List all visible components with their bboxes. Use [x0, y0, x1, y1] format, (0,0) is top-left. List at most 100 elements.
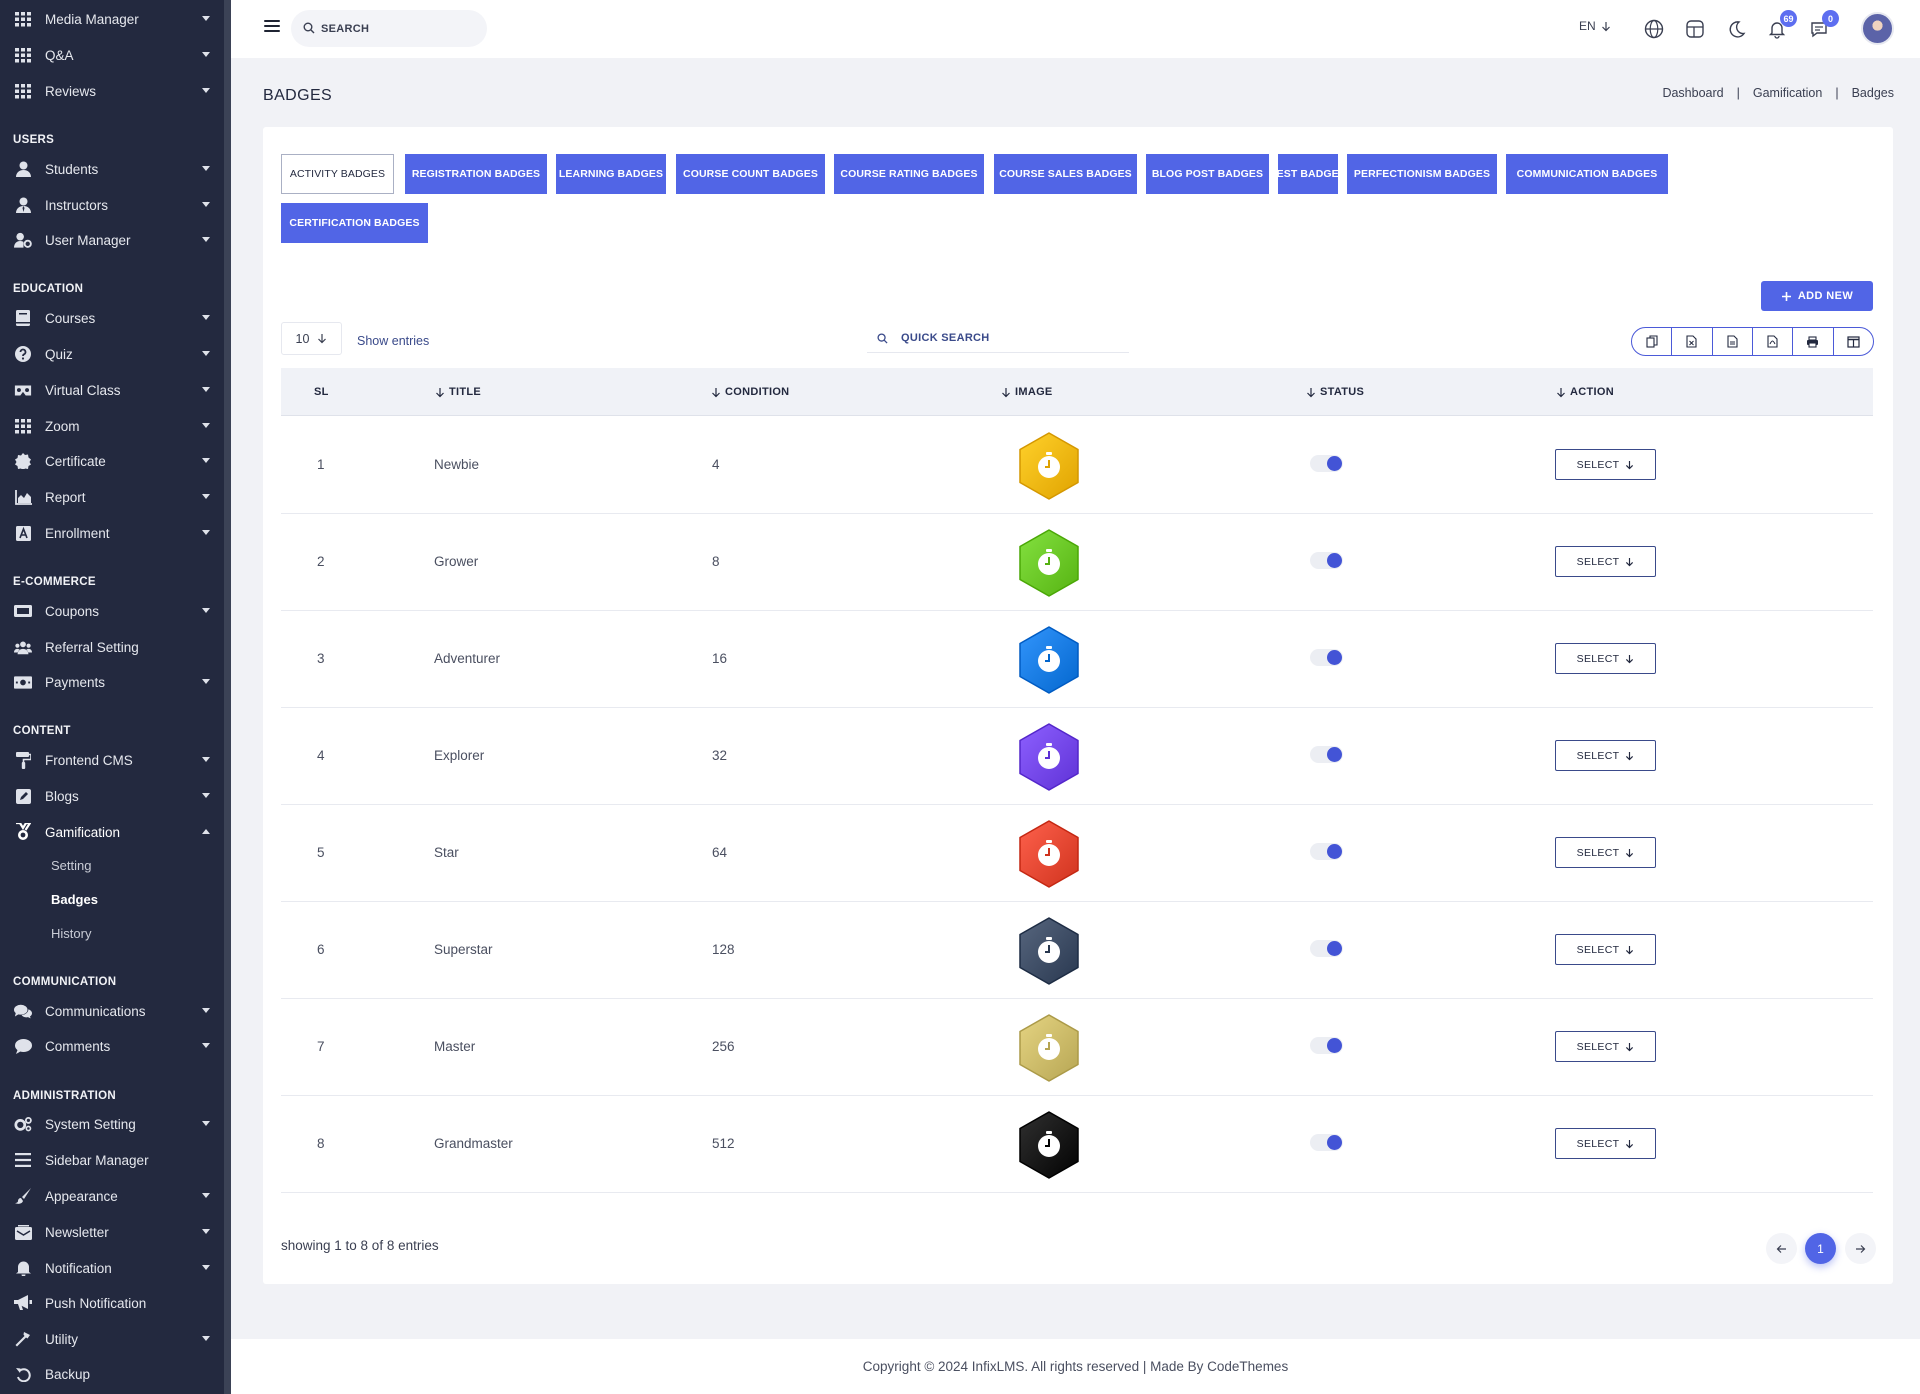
sidebar-item-comments[interactable]: Comments [0, 1029, 224, 1063]
layout-icon[interactable] [1684, 18, 1706, 40]
sidebar-item-label: Utility [45, 1332, 78, 1347]
tab-course-rating-badges[interactable]: COURSE RATING BADGES [834, 154, 984, 194]
sidebar-item-utility[interactable]: Utility [0, 1322, 224, 1356]
column-header-action[interactable]: ACTION [1556, 368, 1614, 416]
column-header-image[interactable]: IMAGE [1001, 368, 1053, 416]
language-selector[interactable]: EN [1579, 19, 1611, 33]
column-header-title[interactable]: TITLE [435, 368, 481, 416]
tab-course-count-badges[interactable]: COURSE COUNT BADGES [676, 154, 825, 194]
breadcrumb-gamification[interactable]: Gamification [1753, 86, 1822, 100]
tab-blog-post-badges[interactable]: BLOG POST BADGES [1146, 154, 1269, 194]
notification-bell-icon[interactable]: 69 [1766, 10, 1797, 40]
messages-icon[interactable]: 0 [1808, 10, 1839, 40]
status-toggle[interactable] [1310, 1134, 1343, 1151]
pagination-prev[interactable] [1766, 1233, 1797, 1264]
sidebar-item-system-setting[interactable]: System Setting [0, 1107, 224, 1141]
quick-search-input[interactable] [901, 329, 1121, 347]
sidebar-item-courses[interactable]: Courses [0, 301, 224, 335]
column-header-status[interactable]: STATUS [1306, 368, 1364, 416]
select-action-button[interactable]: SELECT [1555, 643, 1656, 674]
bell-icon [14, 1260, 32, 1276]
sidebar-subitem-setting[interactable]: Setting [51, 858, 91, 873]
arrow-down-icon [1626, 945, 1634, 954]
sidebar-subitem-badges[interactable]: Badges [51, 892, 98, 907]
grid-icon [14, 83, 32, 99]
sidebar-item-certificate[interactable]: Certificate [0, 444, 224, 478]
status-toggle[interactable] [1310, 843, 1343, 860]
columns-icon[interactable] [1834, 328, 1873, 355]
print-icon[interactable] [1793, 328, 1834, 355]
status-toggle[interactable] [1310, 455, 1343, 472]
tab-activity-badges[interactable]: ACTIVITY BADGES [281, 154, 394, 194]
pagination-page[interactable]: 1 [1805, 1233, 1836, 1264]
select-action-button[interactable]: SELECT [1555, 1031, 1656, 1062]
sidebar-item-media-manager[interactable]: Media Manager [0, 2, 224, 36]
breadcrumb-dashboard[interactable]: Dashboard [1662, 86, 1723, 100]
sidebar-item-quiz[interactable]: Quiz [0, 337, 224, 371]
sidebar-item-frontend-cms[interactable]: Frontend CMS [0, 743, 224, 777]
pdf-file-icon[interactable] [1753, 328, 1794, 355]
select-action-button[interactable]: SELECT [1555, 546, 1656, 577]
tab-registration-badges[interactable]: REGISTRATION BADGES [405, 154, 547, 194]
sidebar-item-report[interactable]: Report [0, 480, 224, 514]
caret-down-icon [202, 315, 210, 320]
sidebar-item-push-notification[interactable]: Push Notification [0, 1286, 224, 1320]
sidebar-item-blogs[interactable]: Blogs [0, 779, 224, 813]
enrollment-icon [14, 525, 32, 541]
tab-course-sales-badges[interactable]: COURSE SALES BADGES [994, 154, 1137, 194]
sidebar-item-sidebar-manager[interactable]: Sidebar Manager [0, 1143, 224, 1177]
select-action-button[interactable]: SELECT [1555, 449, 1656, 480]
tab-test-badges[interactable]: TEST BADGES [1270, 154, 1346, 194]
status-toggle[interactable] [1310, 1037, 1343, 1054]
hamburger-menu-icon[interactable] [264, 20, 280, 32]
quick-search[interactable] [867, 322, 1129, 353]
search-input[interactable] [321, 19, 471, 39]
dark-mode-moon-icon[interactable] [1725, 18, 1747, 40]
sidebar-item-students[interactable]: Students [0, 152, 224, 186]
sidebar-item-q-a[interactable]: Q&A [0, 38, 224, 72]
tab-learning-badges[interactable]: LEARNING BADGES [556, 154, 666, 194]
copy-icon[interactable] [1632, 328, 1673, 355]
tab-perfectionism-badges[interactable]: PERFECTIONISM BADGES [1347, 154, 1497, 194]
sidebar-item-enrollment[interactable]: Enrollment [0, 516, 224, 550]
select-action-button[interactable]: SELECT [1555, 934, 1656, 965]
sidebar-subitem-history[interactable]: History [51, 926, 91, 941]
user-avatar[interactable] [1861, 12, 1894, 45]
status-toggle[interactable] [1310, 649, 1343, 666]
sidebar-item-notification[interactable]: Notification [0, 1251, 224, 1285]
excel-file-icon[interactable] [1672, 328, 1713, 355]
money-bill-icon [14, 674, 32, 690]
sidebar-item-virtual-class[interactable]: Virtual Class [0, 373, 224, 407]
footer-copyright: Copyright © 2024 InfixLMS. All rights re… [862, 1359, 1289, 1374]
select-action-button[interactable]: SELECT [1555, 837, 1656, 868]
column-header-condition[interactable]: CONDITION [711, 368, 789, 416]
sidebar-item-appearance[interactable]: Appearance [0, 1179, 224, 1213]
sidebar-item-gamification[interactable]: Gamification [0, 815, 224, 849]
sidebar-item-newsletter[interactable]: Newsletter [0, 1215, 224, 1249]
sidebar-item-instructors[interactable]: Instructors [0, 188, 224, 222]
select-action-button[interactable]: SELECT [1555, 1128, 1656, 1159]
page-length-select[interactable]: 10 [281, 322, 342, 355]
global-search[interactable] [291, 10, 487, 47]
add-new-button[interactable]: ADD NEW [1761, 281, 1873, 311]
status-toggle[interactable] [1310, 746, 1343, 763]
status-toggle[interactable] [1310, 940, 1343, 957]
arrow-down-icon [1626, 848, 1634, 857]
pagination-next[interactable] [1845, 1233, 1876, 1264]
sidebar-item-communications[interactable]: Communications [0, 994, 224, 1028]
csv-file-icon[interactable] [1713, 328, 1753, 355]
status-toggle[interactable] [1310, 552, 1343, 569]
select-action-button[interactable]: SELECT [1555, 740, 1656, 771]
sidebar-item-reviews[interactable]: Reviews [0, 74, 224, 108]
sidebar-item-user-manager[interactable]: User Manager [0, 223, 224, 257]
sidebar-item-coupons[interactable]: Coupons [0, 594, 224, 628]
sidebar-item-zoom[interactable]: Zoom [0, 409, 224, 443]
globe-icon[interactable] [1643, 18, 1665, 40]
column-header-label: CONDITION [725, 386, 790, 398]
show-entries-label: Show entries [357, 334, 430, 348]
tab-certification-badges[interactable]: CERTIFICATION BADGES [281, 203, 428, 243]
sidebar-item-backup[interactable]: Backup [0, 1357, 224, 1391]
sidebar-item-payments[interactable]: Payments [0, 665, 224, 699]
tab-communication-badges[interactable]: COMMUNICATION BADGES [1506, 154, 1668, 194]
sidebar-item-referral-setting[interactable]: Referral Setting [0, 630, 224, 664]
